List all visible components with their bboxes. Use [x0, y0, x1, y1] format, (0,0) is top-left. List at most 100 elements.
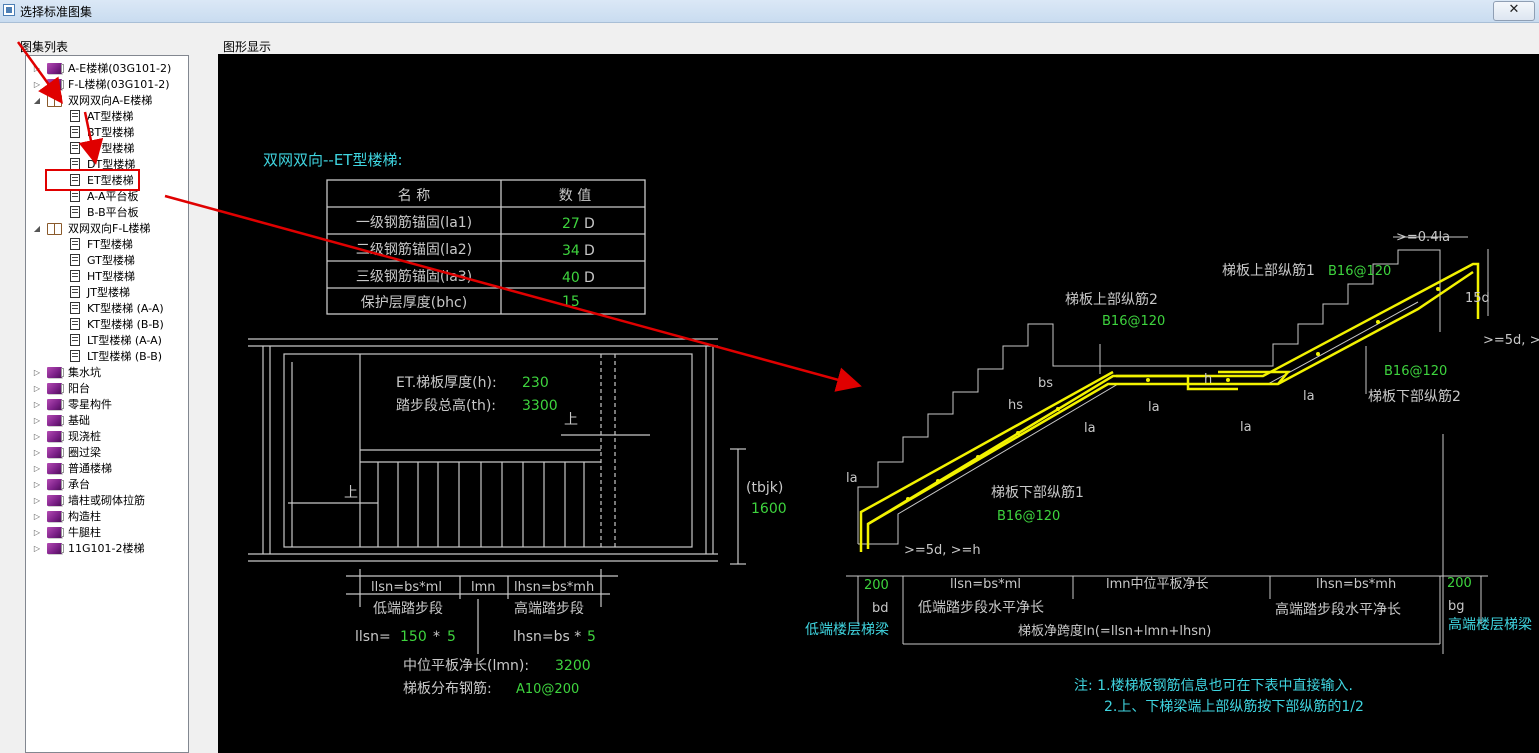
tree-item[interactable]: ▷ 墙柱或砌体拉筋: [26, 493, 188, 509]
bot-bar2-value[interactable]: B16@120: [1384, 364, 1447, 379]
table-row-value[interactable]: 27: [562, 216, 580, 232]
tree-item[interactable]: JT型楼梯: [26, 285, 188, 301]
expand-icon[interactable]: ▷: [32, 413, 42, 429]
plan-thickness-value[interactable]: 230: [522, 375, 549, 391]
h-label: h: [1204, 372, 1212, 387]
plan-dist-value[interactable]: A10@200: [516, 682, 579, 697]
tree-item-label: HT型楼梯: [87, 270, 135, 283]
tree-item[interactable]: ET型楼梯: [26, 173, 188, 189]
plan-height-label: 踏步段总高(th):: [396, 397, 496, 414]
tree-item-label: 现浇桩: [68, 430, 101, 443]
tree-item[interactable]: FT型楼梯: [26, 237, 188, 253]
tree-item-label: 11G101-2楼梯: [68, 542, 145, 555]
tree-item[interactable]: A-A平台板: [26, 189, 188, 205]
atlas-tree[interactable]: ▷ A-E楼梯(03G101-2) ▷ F-L楼梯(03G101-2) ◢ 双网双向A-E…: [25, 55, 189, 753]
table-header-value: 数 值: [559, 188, 591, 204]
expand-icon[interactable]: ▷: [32, 77, 42, 93]
table-row-name: 一级钢筋锚固(la1): [356, 214, 472, 231]
tree-item[interactable]: ▷ 圈过梁: [26, 445, 188, 461]
tree-item[interactable]: KT型楼梯 (B-B): [26, 317, 188, 333]
tree-item[interactable]: B-B平台板: [26, 205, 188, 221]
tree-item[interactable]: HT型楼梯: [26, 269, 188, 285]
tree-item[interactable]: ▷ 阳台: [26, 381, 188, 397]
tree-item-label: B-B平台板: [87, 206, 139, 219]
bot-bar1-value[interactable]: B16@120: [997, 509, 1060, 524]
tree-item[interactable]: DT型楼梯: [26, 157, 188, 173]
book-icon: [47, 63, 64, 74]
tree-item[interactable]: LT型楼梯 (A-A): [26, 333, 188, 349]
expand-icon[interactable]: ▷: [32, 429, 42, 445]
book-icon: [47, 399, 64, 410]
plan-mid-value[interactable]: 3200: [555, 658, 591, 674]
tree-item[interactable]: ▷ 现浇桩: [26, 429, 188, 445]
expand-icon[interactable]: ▷: [32, 525, 42, 541]
note-line-1: 注: 1.楼梯板钢筋信息也可在下表中直接输入.: [1074, 677, 1353, 694]
5d-left-label: >=5d, >=h: [904, 543, 981, 558]
tree-item-label: ET型楼梯: [87, 174, 134, 187]
tree-item-label: 承台: [68, 478, 90, 491]
expand-icon[interactable]: ▷: [32, 541, 42, 557]
table-row-value[interactable]: 40: [562, 270, 580, 286]
close-button[interactable]: ✕: [1493, 1, 1535, 21]
expand-icon[interactable]: ▷: [32, 381, 42, 397]
top-bar1-value[interactable]: B16@120: [1328, 264, 1391, 279]
tree-item-label: DT型楼梯: [87, 158, 136, 171]
tree-item-label: KT型楼梯 (A-A): [87, 302, 164, 315]
15d-label: 15d: [1465, 291, 1490, 306]
bg-value[interactable]: 200: [1447, 576, 1472, 591]
plan-width-value[interactable]: 1600: [751, 501, 787, 517]
tree-item[interactable]: ▷ A-E楼梯(03G101-2): [26, 61, 188, 77]
top-bar2-label: 梯板上部纵筋2: [1065, 291, 1158, 308]
collapse-icon[interactable]: ◢: [32, 221, 42, 237]
table-row-value[interactable]: 34: [562, 243, 580, 259]
tree-item[interactable]: ▷ F-L楼梯(03G101-2): [26, 77, 188, 93]
drawing-canvas: 双网双向--ET型楼梯: 名 称 数 值 一级钢筋锚固(la1) 二级钢筋锚固(…: [218, 54, 1539, 753]
tree-item[interactable]: ▷ 11G101-2楼梯: [26, 541, 188, 557]
dim-lmn: lmn中位平板净长: [1106, 577, 1209, 592]
table-row-value[interactable]: 15: [562, 294, 580, 310]
plan-lhsn-m[interactable]: 5: [587, 629, 596, 645]
tree-item-label: 圈过梁: [68, 446, 101, 459]
table-row-unit: D: [584, 216, 595, 232]
expand-icon[interactable]: ▷: [32, 445, 42, 461]
rebar-dot: [1436, 287, 1440, 291]
tree-item[interactable]: ▷ 零星构件: [26, 397, 188, 413]
tree-item-label: 集水坑: [68, 366, 101, 379]
tree-item[interactable]: LT型楼梯 (B-B): [26, 349, 188, 365]
tree-item[interactable]: ▷ 牛腿柱: [26, 525, 188, 541]
tree-item[interactable]: ◢ 双网双向F-L楼梯: [26, 221, 188, 237]
tree-item-label: 双网双向A-E楼梯: [68, 94, 153, 107]
tree-item[interactable]: ▷ 构造柱: [26, 509, 188, 525]
expand-icon[interactable]: ▷: [32, 493, 42, 509]
doc-icon: [70, 318, 80, 330]
tree-item[interactable]: CT型楼梯: [26, 141, 188, 157]
tree-item-label: CT型楼梯: [87, 142, 135, 155]
plan-height-value[interactable]: 3300: [522, 398, 558, 414]
expand-icon[interactable]: ▷: [32, 397, 42, 413]
tree-item[interactable]: ▷ 承台: [26, 477, 188, 493]
bd-value[interactable]: 200: [864, 578, 889, 593]
tree-item[interactable]: AT型楼梯: [26, 109, 188, 125]
plan-llsn-m[interactable]: 5: [447, 629, 456, 645]
expand-icon[interactable]: ▷: [32, 61, 42, 77]
collapse-icon[interactable]: ◢: [32, 93, 42, 109]
anchor-04la-label: >=0.4la: [1396, 230, 1450, 245]
doc-icon: [70, 238, 80, 250]
plan-llsn-bs[interactable]: 150: [400, 629, 427, 645]
tree-item[interactable]: GT型楼梯: [26, 253, 188, 269]
tree-item-label: FT型楼梯: [87, 238, 133, 251]
doc-icon: [70, 286, 80, 298]
expand-icon[interactable]: ▷: [32, 477, 42, 493]
tree-item[interactable]: ▷ 普通楼梯: [26, 461, 188, 477]
expand-icon[interactable]: ▷: [32, 461, 42, 477]
tree-item[interactable]: ▷ 集水坑: [26, 365, 188, 381]
expand-icon[interactable]: ▷: [32, 365, 42, 381]
top-bar2-value[interactable]: B16@120: [1102, 314, 1165, 329]
tree-item[interactable]: KT型楼梯 (A-A): [26, 301, 188, 317]
tree-item[interactable]: ▷ 基础: [26, 413, 188, 429]
plan-llsn-formula: llsn=bs*ml: [371, 580, 442, 595]
expand-icon[interactable]: ▷: [32, 509, 42, 525]
tree-item[interactable]: ◢ 双网双向A-E楼梯: [26, 93, 188, 109]
tree-item[interactable]: BT型楼梯: [26, 125, 188, 141]
book-icon: [47, 527, 64, 538]
